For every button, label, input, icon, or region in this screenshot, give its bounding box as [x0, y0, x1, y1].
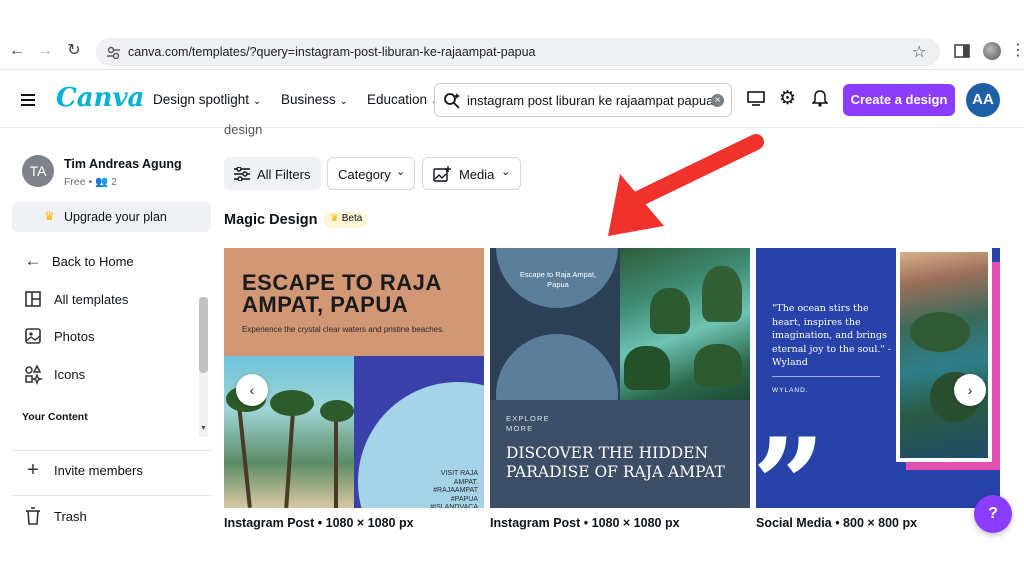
back-arrow-icon: ← — [24, 251, 42, 270]
partial-heading: design — [224, 122, 263, 137]
profile-avatar[interactable] — [983, 42, 1001, 60]
crown-icon: ♛ — [330, 213, 339, 224]
card-1-caption[interactable]: Instagram Post • 1080 × 1080 px — [224, 516, 414, 530]
menu-design-spotlight[interactable]: Design spotlight ⌄ — [153, 92, 261, 107]
search-input[interactable]: instagram post liburan ke rajaampat papu… — [434, 83, 732, 117]
magic-search-icon — [444, 93, 460, 109]
browser-toolbar: ← → ↻ canva.com/templates/?query=instagr… — [0, 34, 1024, 70]
chevron-down-icon: ⌄ — [501, 166, 511, 178]
card-3-author: WYLAND. — [772, 387, 809, 394]
island-photo — [620, 248, 750, 400]
bookmark-star-icon[interactable]: ☆ — [912, 42, 926, 62]
card-2-headline: DISCOVER THE HIDDEN PARADISE OF RAJA AMP… — [506, 444, 725, 481]
carousel-next-button[interactable]: › — [954, 374, 986, 406]
search-value: instagram post liburan ke rajaampat papu… — [467, 93, 714, 108]
card-3-quote: "The ocean stirs the heart, inspires the… — [772, 303, 892, 368]
photos-icon — [25, 328, 41, 344]
divider — [12, 495, 211, 496]
quote-mark-icon: ” — [756, 411, 826, 508]
annotation-arrow — [608, 134, 764, 236]
category-dropdown[interactable]: Category ⌄ — [327, 157, 415, 190]
notification-bell-icon[interactable] — [812, 89, 828, 107]
menu-business[interactable]: Business ⌄ — [281, 92, 348, 107]
hamburger-menu-icon[interactable] — [21, 94, 35, 106]
trash-icon — [26, 507, 40, 525]
scroll-down-icon[interactable]: ▼ — [200, 425, 207, 432]
desktop-icon[interactable] — [747, 91, 765, 107]
template-card-1[interactable]: ESCAPE TO RAJA AMPAT, PAPUA Experience t… — [224, 248, 484, 508]
all-filters-button[interactable]: All Filters — [224, 157, 321, 190]
template-card-2[interactable]: Escape to Raja Ampat, Papua EXPLORE MORE… — [490, 248, 750, 508]
team-avatar[interactable]: TA — [22, 155, 54, 187]
user-avatar[interactable]: AA — [966, 83, 1000, 117]
card-1-title: ESCAPE TO RAJA AMPAT, PAPUA — [242, 270, 441, 317]
scrollbar-thumb[interactable] — [199, 297, 208, 373]
sidebar-scrollbar[interactable]: ▼ — [199, 297, 208, 437]
side-panel-icon[interactable] — [954, 44, 970, 58]
media-dropdown[interactable]: Media ⌄ — [422, 157, 521, 190]
card-1-subtitle: Experience the crystal clear waters and … — [242, 325, 445, 334]
url-text: canva.com/templates/?query=instagram-pos… — [128, 45, 536, 59]
address-bar[interactable]: canva.com/templates/?query=instagram-pos… — [96, 38, 940, 66]
site-settings-icon[interactable] — [107, 46, 120, 59]
icons-icon — [25, 364, 44, 385]
section-title: Magic Design — [224, 212, 318, 228]
card-3-photo-frame — [896, 248, 992, 462]
card-3-caption[interactable]: Social Media • 800 × 800 px — [756, 516, 917, 530]
team-name[interactable]: Tim Andreas Agung — [64, 157, 182, 171]
templates-icon — [25, 291, 41, 307]
card-3-rule — [772, 376, 880, 377]
template-card-3[interactable]: "The ocean stirs the heart, inspires the… — [756, 248, 1000, 508]
card-2-top-text: Escape to Raja Ampat, Papua — [519, 270, 597, 289]
clear-search-icon[interactable]: × — [711, 94, 724, 107]
carousel-prev-button[interactable]: ‹ — [236, 374, 268, 406]
create-design-button[interactable]: Create a design — [843, 84, 955, 116]
app-header: Canva Design spotlight ⌄ Business ⌄ Educ… — [0, 72, 1024, 128]
forward-arrow-icon[interactable]: → — [34, 40, 56, 62]
divider — [12, 450, 211, 451]
card-1-tag: VISIT RAJA AMPAT. #RAJAAMPAT #PAPUA #ISL… — [430, 470, 478, 508]
upgrade-plan-button[interactable]: ♛ Upgrade your plan — [12, 202, 211, 232]
media-icon — [433, 166, 451, 182]
card-2-caption[interactable]: Instagram Post • 1080 × 1080 px — [490, 516, 680, 530]
chevron-down-icon: ⌄ — [396, 166, 406, 178]
settings-gear-icon[interactable]: ⚙ — [779, 87, 796, 110]
menu-education[interactable]: Education ⌄ — [367, 92, 439, 107]
canva-logo[interactable]: Canva — [56, 83, 144, 113]
sidebar: TA Tim Andreas Agung Free • 👥 2 ♛ Upgrad… — [0, 129, 222, 576]
beta-badge: ♛ Beta — [324, 212, 369, 228]
members-icon: 👥 — [95, 176, 109, 188]
plus-icon: + — [27, 459, 39, 481]
filters-icon — [234, 167, 250, 181]
your-content-label: Your Content — [22, 411, 88, 423]
plan-info: Free • 👥 2 — [64, 176, 117, 188]
back-arrow-icon[interactable]: ← — [6, 40, 28, 62]
card-2-explore: EXPLORE MORE — [506, 414, 550, 433]
reload-icon[interactable]: ↻ — [63, 40, 85, 62]
crown-icon: ♛ — [44, 209, 55, 223]
card-3-island-photo — [900, 252, 988, 458]
help-button[interactable]: ? — [974, 495, 1012, 533]
more-menu-icon[interactable]: ⋮ — [1010, 40, 1024, 60]
